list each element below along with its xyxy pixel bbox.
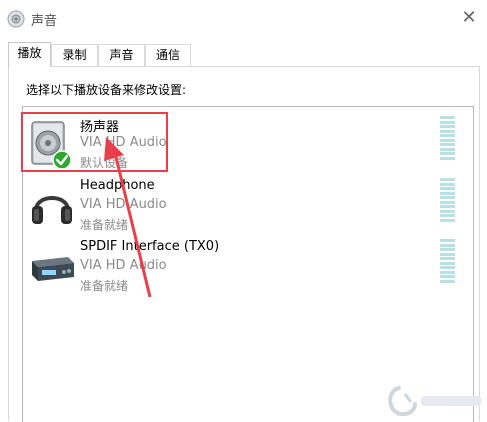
- tab-playback-label: 播放: [17, 46, 42, 60]
- tab-communications[interactable]: 通信: [145, 44, 191, 66]
- watermark-logo: [388, 386, 481, 417]
- spdif-device-icon: [32, 257, 74, 281]
- volume-meter: [440, 116, 455, 160]
- headphone-icon: [32, 196, 72, 224]
- tab-sounds-label: 声音: [109, 48, 134, 62]
- annotation-arrow: [104, 137, 152, 298]
- volume-meter: [440, 239, 455, 283]
- device-item-spdif[interactable]: SPDIF Interface (TX0) VIA HD Audio 准备就绪: [23, 237, 455, 297]
- tab-communications-label: 通信: [155, 48, 180, 62]
- close-icon: ✕: [461, 7, 477, 28]
- volume-meter: [440, 178, 455, 222]
- device-item-headphone[interactable]: Headphone VIA HD Audio 准备就绪: [23, 176, 455, 236]
- sound-app-icon: [7, 10, 25, 28]
- title-bar: 声音 ✕: [0, 0, 487, 38]
- tab-recording[interactable]: 录制: [51, 44, 98, 66]
- instruction-text: 选择以下播放设备来修改设置:: [26, 83, 187, 97]
- window-title: 声音: [31, 14, 58, 29]
- close-button[interactable]: ✕: [456, 6, 482, 30]
- tab-sounds[interactable]: 声音: [98, 44, 145, 66]
- tab-recording-label: 录制: [62, 48, 87, 62]
- tab-playback[interactable]: 播放: [8, 42, 51, 67]
